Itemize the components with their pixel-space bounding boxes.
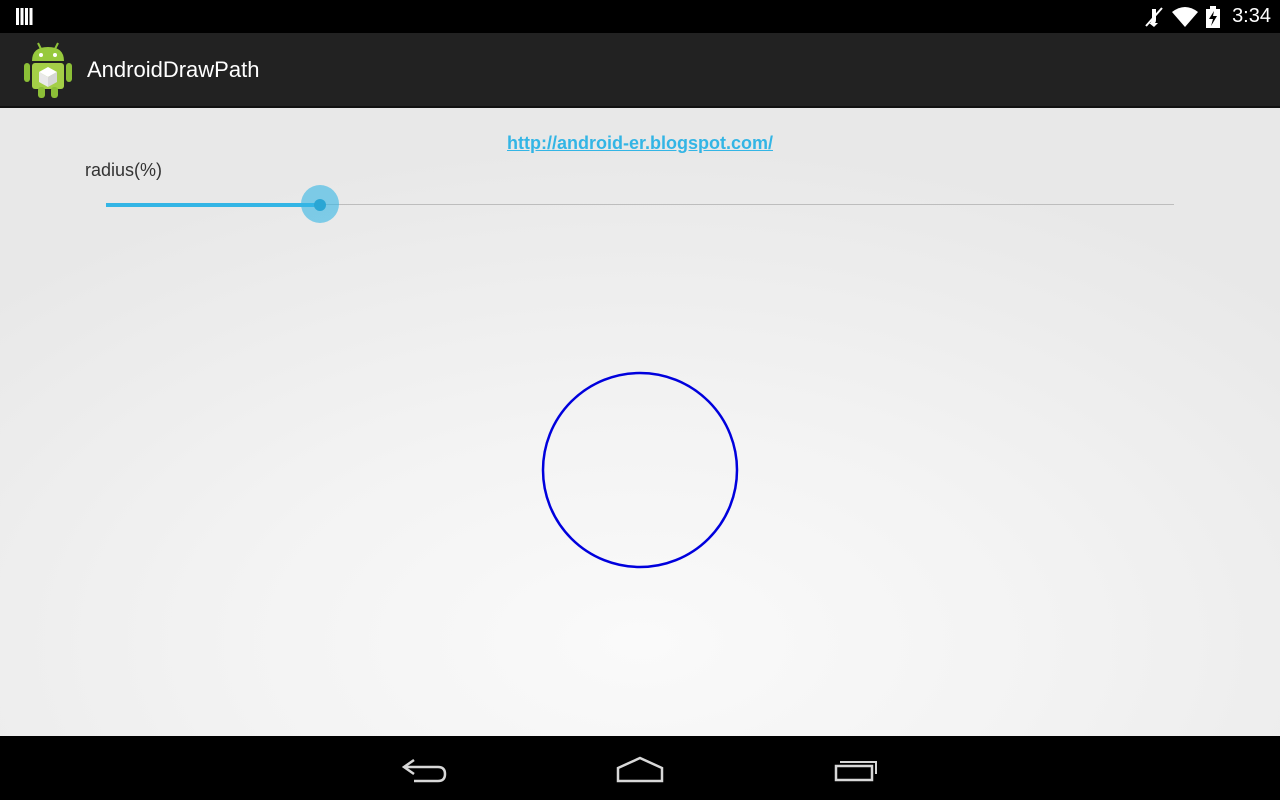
wifi-icon bbox=[1172, 6, 1199, 27]
screen: 3:34 AndroidDrawPath http://android-er.b… bbox=[0, 0, 1280, 800]
blog-link[interactable]: http://android-er.blogspot.com/ bbox=[0, 133, 1280, 154]
status-bar: 3:34 bbox=[0, 0, 1280, 33]
mute-icon bbox=[1145, 6, 1163, 27]
notification-bars-icon bbox=[16, 8, 33, 25]
slider-thumb[interactable] bbox=[314, 199, 326, 211]
navigation-bar bbox=[0, 736, 1280, 800]
action-bar: AndroidDrawPath bbox=[0, 33, 1280, 108]
app-title: AndroidDrawPath bbox=[87, 57, 260, 82]
status-time: 3:34 bbox=[1232, 5, 1271, 27]
status-icons: 3:34 bbox=[1144, 0, 1271, 33]
recent-apps-icon[interactable] bbox=[826, 750, 886, 786]
radius-label: radius(%) bbox=[85, 160, 163, 180]
home-icon[interactable] bbox=[610, 750, 670, 786]
drawn-circle bbox=[541, 371, 739, 569]
back-icon[interactable] bbox=[394, 750, 454, 786]
battery-charging-icon bbox=[1206, 5, 1221, 28]
radius-slider[interactable] bbox=[106, 185, 1174, 223]
android-robot-icon[interactable] bbox=[23, 41, 73, 99]
slider-progress bbox=[106, 203, 320, 207]
main-content: http://android-er.blogspot.com/ radius(%… bbox=[0, 108, 1280, 736]
